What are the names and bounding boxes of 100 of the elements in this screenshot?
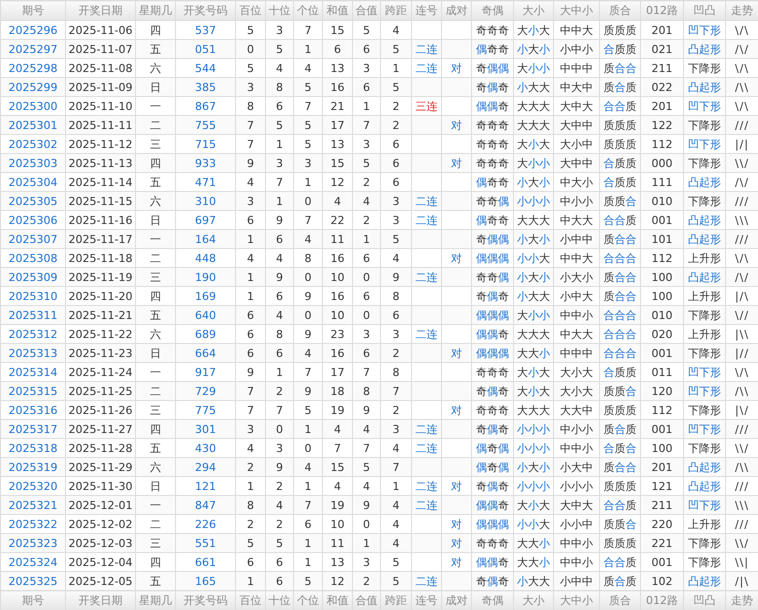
number-link[interactable]: 933: [176, 154, 236, 172]
table-cell: 4: [352, 192, 380, 210]
issue-link[interactable]: 2025323: [0, 534, 66, 552]
table-cell: 二连: [412, 40, 442, 58]
table-cell: 102: [640, 572, 684, 590]
table-cell: 合合合: [600, 306, 640, 324]
number-link[interactable]: 847: [176, 496, 236, 514]
table-cell: 三: [136, 268, 176, 286]
table-cell: 5: [266, 534, 294, 552]
table-cell: 3: [236, 420, 266, 438]
table-cell: 奇偶奇: [472, 382, 514, 400]
issue-link[interactable]: 2025319: [0, 458, 66, 476]
table-cell: 3: [266, 154, 294, 172]
issue-link[interactable]: 2025309: [0, 268, 66, 286]
table-cell: 7: [380, 458, 412, 476]
header-cell: 大中小: [554, 0, 600, 20]
number-link[interactable]: 640: [176, 306, 236, 324]
number-link[interactable]: 729: [176, 382, 236, 400]
table-cell: 4: [266, 306, 294, 324]
table-cell: 6: [352, 344, 380, 362]
issue-link[interactable]: 2025305: [0, 192, 66, 210]
header-cell: 012路: [640, 590, 684, 610]
issue-link[interactable]: 2025313: [0, 344, 66, 362]
table-cell: 偶偶偶: [472, 344, 514, 362]
table-cell: 中大中: [554, 78, 600, 96]
table-cell: 201: [640, 458, 684, 476]
number-link[interactable]: 301: [176, 420, 236, 438]
header-cell: 走势: [726, 590, 758, 610]
number-link[interactable]: 755: [176, 116, 236, 134]
table-cell: 2025-11-09: [66, 78, 136, 96]
table-cell: 合质质: [600, 154, 640, 172]
table-cell: 4: [380, 496, 412, 514]
table-cell: 大大小: [514, 534, 554, 552]
number-link[interactable]: 664: [176, 344, 236, 362]
table-cell: 小中中: [554, 572, 600, 590]
table-cell: 5: [352, 458, 380, 476]
number-link[interactable]: 051: [176, 40, 236, 58]
header-cell: 连号: [412, 0, 442, 20]
table-cell: 小中中: [554, 230, 600, 248]
table-cell: 二连: [412, 268, 442, 286]
table-cell: 小大小: [554, 268, 600, 286]
table-cell: 小中小: [554, 40, 600, 58]
table-cell: 1: [236, 230, 266, 248]
issue-link[interactable]: 2025301: [0, 116, 66, 134]
table-cell: 大大小: [514, 344, 554, 362]
table-cell: 6: [236, 344, 266, 362]
number-link[interactable]: 310: [176, 192, 236, 210]
table-cell: 4: [294, 458, 322, 476]
table-cell: 1: [294, 40, 322, 58]
issue-link[interactable]: 2025299: [0, 78, 66, 96]
table-cell: 4: [352, 420, 380, 438]
table-cell: 质合合: [600, 268, 640, 286]
table-cell: /\\: [726, 78, 758, 96]
issue-link[interactable]: 2025307: [0, 230, 66, 248]
header-cell: 大小: [514, 590, 554, 610]
table-cell: 5: [294, 116, 322, 134]
number-link[interactable]: 385: [176, 78, 236, 96]
table-cell: 4: [294, 230, 322, 248]
table-cell: 一: [136, 230, 176, 248]
table-cell: /\\: [726, 382, 758, 400]
header-cell: 012路: [640, 0, 684, 20]
table-cell: 2025-11-25: [66, 382, 136, 400]
table-cell: 凸起形: [684, 458, 726, 476]
table-cell: 对: [442, 534, 472, 552]
issue-link[interactable]: 2025321: [0, 496, 66, 514]
table-cell: 3: [380, 420, 412, 438]
table-cell: 中小小: [554, 192, 600, 210]
issue-link[interactable]: 2025317: [0, 420, 66, 438]
number-link[interactable]: 551: [176, 534, 236, 552]
issue-link[interactable]: 2025311: [0, 306, 66, 324]
number-link[interactable]: 294: [176, 458, 236, 476]
table-cell: 8: [266, 78, 294, 96]
table-cell: 16: [322, 344, 352, 362]
table-cell: 六: [136, 458, 176, 476]
issue-link[interactable]: 2025297: [0, 40, 66, 58]
issue-link[interactable]: 2025303: [0, 154, 66, 172]
issue-link[interactable]: 2025315: [0, 382, 66, 400]
table-cell: 五: [136, 572, 176, 590]
table-cell: 0: [294, 268, 322, 286]
table-cell: 小大小: [514, 268, 554, 286]
table-cell: 偶偶偶: [472, 306, 514, 324]
table-cell: 奇奇偶: [472, 268, 514, 286]
table-cell: 120: [640, 382, 684, 400]
table-cell: 2: [266, 382, 294, 400]
number-link[interactable]: 164: [176, 230, 236, 248]
table-cell: 3: [236, 192, 266, 210]
table-cell: 4: [322, 192, 352, 210]
table-cell: 9: [294, 382, 322, 400]
table-cell: 2025-11-17: [66, 230, 136, 248]
header-cell: 大小: [514, 0, 554, 20]
number-link[interactable]: 165: [176, 572, 236, 590]
table-cell: 质质质: [600, 534, 640, 552]
table-cell: 五: [136, 306, 176, 324]
table-cell: 6: [352, 78, 380, 96]
table-cell: 中中中: [554, 344, 600, 362]
header-cell: 成对: [442, 590, 472, 610]
number-link[interactable]: 190: [176, 268, 236, 286]
table-cell: 9: [266, 268, 294, 286]
issue-link[interactable]: 2025325: [0, 572, 66, 590]
table-cell: 100: [640, 268, 684, 286]
